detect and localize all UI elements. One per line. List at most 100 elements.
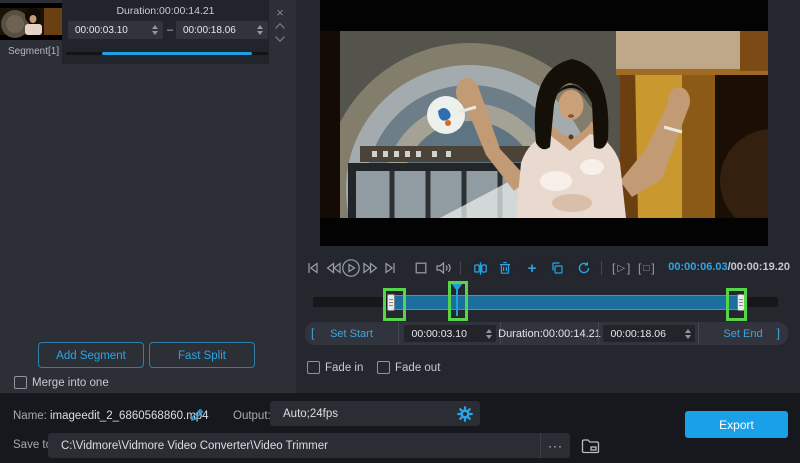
trim-settings-bar: [ Set Start 00:00:03.10 Duration:00:00:1… xyxy=(305,322,788,345)
segment-end-time-input[interactable]: 00:00:18.06 xyxy=(176,21,268,39)
spinner-icons[interactable] xyxy=(685,329,691,339)
segment-start-time-input[interactable]: 00:00:03.10 xyxy=(68,21,163,39)
merge-label: Merge into one xyxy=(32,377,109,389)
video-trimmer-window: Segment[1] Duration:00:00:14.21 00:00:03… xyxy=(0,0,800,463)
bracket-left: [ xyxy=(612,261,615,275)
duration-cell: Duration:00:00:14.21 xyxy=(500,322,598,345)
spinner-up-icon xyxy=(486,329,492,333)
spinner-down-icon xyxy=(486,335,492,339)
spinner-up-icon xyxy=(152,25,158,29)
bracket-open: [ xyxy=(311,326,314,340)
set-start-label: Set Start xyxy=(330,328,373,340)
merge-checkbox[interactable] xyxy=(14,376,27,389)
set-start-button[interactable]: [ Set Start xyxy=(305,322,398,345)
current-time: 00:00:06.03 xyxy=(668,261,727,273)
time-range-dash: – xyxy=(164,24,176,36)
set-end-button[interactable]: Set End ] xyxy=(698,322,787,345)
file-name: imageedit_2_6860568860.mp4 xyxy=(50,409,209,423)
chevron-up-icon[interactable] xyxy=(273,19,287,32)
fade-out-label: Fade out xyxy=(395,362,440,374)
stop-icon xyxy=(414,261,428,275)
output-settings-bar: Name: imageedit_2_6860568860.mp4 Output:… xyxy=(0,393,800,463)
copy-icon xyxy=(550,261,564,275)
fade-out-option[interactable]: Fade out xyxy=(377,361,440,374)
highlight-box-start-handle xyxy=(383,288,406,321)
play-icon xyxy=(341,258,361,278)
end-time-input[interactable]: 00:00:18.06 xyxy=(603,325,695,342)
fade-in-option[interactable]: Fade in xyxy=(307,361,363,374)
segment-duration-text: Duration:00:00:14.21 xyxy=(62,5,269,17)
segment-progress-track[interactable] xyxy=(66,52,268,55)
open-folder-button[interactable] xyxy=(578,435,602,456)
bracket-right: ] xyxy=(627,261,630,275)
segment-progress-fill xyxy=(102,52,252,55)
play-section-button[interactable]: [▷] xyxy=(612,258,630,278)
spinner-down-icon xyxy=(685,335,691,339)
pencil-icon xyxy=(190,407,205,422)
segment-list-panel: Segment[1] Duration:00:00:14.21 00:00:03… xyxy=(0,0,296,393)
spinner-icons[interactable] xyxy=(486,329,492,339)
spinner-icons[interactable] xyxy=(152,25,158,35)
delete-segment-button[interactable] xyxy=(494,257,516,279)
fade-in-label: Fade in xyxy=(325,362,363,374)
stop-button[interactable] xyxy=(410,255,432,281)
add-button[interactable]: + xyxy=(521,257,543,279)
controls-divider xyxy=(460,261,461,275)
output-format-value: Auto;24fps xyxy=(270,408,450,420)
spinner-icons[interactable] xyxy=(257,25,263,35)
segment-thumbnail-image xyxy=(0,3,62,40)
chevron-down-icon[interactable] xyxy=(273,32,287,45)
segment-thumbnail[interactable] xyxy=(0,3,62,40)
bracket-close: ] xyxy=(777,326,780,340)
output-format-select[interactable]: Auto;24fps xyxy=(270,401,480,426)
output-label: Output: xyxy=(233,409,271,423)
fast-forward-button[interactable] xyxy=(359,255,381,281)
copy-button[interactable] xyxy=(546,257,568,279)
spinner-up-icon xyxy=(685,329,691,333)
set-end-label: Set End xyxy=(723,328,762,340)
spinner-down-icon xyxy=(257,31,263,35)
highlight-box-end-handle xyxy=(726,288,747,321)
stop-section-button[interactable]: [□] xyxy=(638,258,655,278)
total-duration: 00:00:19.20 xyxy=(731,261,790,273)
end-time-cell: 00:00:18.06 xyxy=(598,322,698,345)
fade-out-checkbox[interactable] xyxy=(377,361,390,374)
reset-icon xyxy=(577,261,591,275)
save-path-input[interactable]: C:\Vidmore\Vidmore Video Converter\Video… xyxy=(48,433,570,458)
bracket-left: [ xyxy=(638,261,641,275)
spinner-down-icon xyxy=(152,31,158,35)
controls-divider xyxy=(601,261,602,275)
bracket-right: ] xyxy=(651,261,654,275)
previous-frame-button[interactable] xyxy=(302,255,324,281)
start-time-cell: 00:00:03.10 xyxy=(398,322,500,345)
rename-button[interactable] xyxy=(188,405,206,423)
plus-icon: + xyxy=(528,260,537,277)
close-icon[interactable]: × xyxy=(273,6,287,19)
preview-panel: + [▷] [□] 00:00:06.03/00:00:19.20 xyxy=(296,0,800,393)
duration-text: Duration:00:00:14.21 xyxy=(498,328,601,340)
add-segment-button[interactable]: Add Segment xyxy=(38,342,144,368)
video-preview[interactable] xyxy=(320,0,768,246)
fast-forward-icon xyxy=(362,261,379,275)
browse-button[interactable]: ··· xyxy=(540,433,570,458)
volume-icon xyxy=(435,261,453,275)
next-frame-icon xyxy=(382,261,398,275)
segment-card[interactable]: Duration:00:00:14.21 00:00:03.10 – 00:00… xyxy=(62,0,269,64)
save-path-value: C:\Vidmore\Vidmore Video Converter\Video… xyxy=(48,440,540,452)
export-button[interactable]: Export xyxy=(685,411,788,438)
next-frame-button[interactable] xyxy=(379,255,401,281)
volume-button[interactable] xyxy=(433,255,455,281)
rewind-icon xyxy=(325,261,342,275)
time-display: 00:00:06.03/00:00:19.20 xyxy=(668,261,790,273)
output-settings-button[interactable] xyxy=(450,401,480,426)
split-button[interactable] xyxy=(469,257,491,279)
timeline-selected-range[interactable] xyxy=(390,295,741,310)
start-time-input[interactable]: 00:00:03.10 xyxy=(404,325,496,342)
reset-button[interactable] xyxy=(573,257,595,279)
video-frame xyxy=(320,31,768,218)
trash-icon xyxy=(498,261,512,275)
fade-in-checkbox[interactable] xyxy=(307,361,320,374)
merge-into-one-option[interactable]: Merge into one xyxy=(14,376,109,389)
gear-icon xyxy=(457,406,473,422)
fast-split-button[interactable]: Fast Split xyxy=(149,342,255,368)
